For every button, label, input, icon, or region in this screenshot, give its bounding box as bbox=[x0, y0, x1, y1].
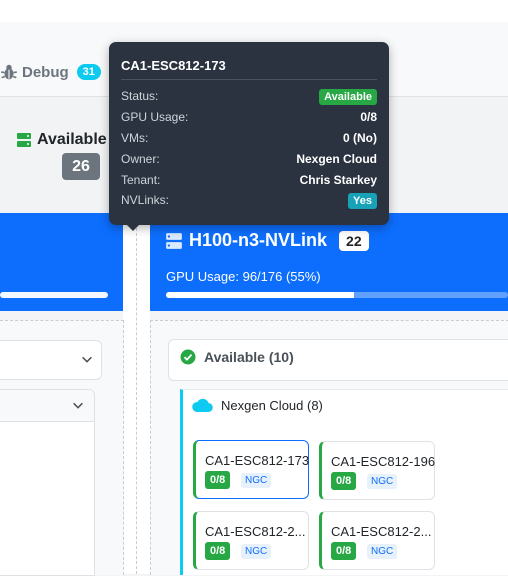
tooltip-row-tenant: Tenant: Chris Starkey bbox=[121, 173, 377, 191]
tooltip-key: Status: bbox=[121, 89, 159, 103]
cloud-icon bbox=[192, 398, 213, 413]
tooltip-divider bbox=[121, 79, 377, 80]
owner-group-header[interactable]: Nexgen Cloud (8) bbox=[191, 397, 323, 413]
left-group-usage-bar bbox=[0, 292, 108, 298]
node-owner-tag: NGC bbox=[367, 544, 398, 559]
node-owner-tag: NGC bbox=[367, 474, 398, 489]
tooltip-row-gpu-usage: GPU Usage: 0/8 bbox=[121, 110, 377, 128]
available-section-label: Available (10) bbox=[204, 349, 294, 365]
nvlinks-badge: Yes bbox=[348, 193, 377, 209]
tooltip-value: Chris Starkey bbox=[299, 173, 377, 187]
gpu-group-count: 22 bbox=[339, 230, 369, 251]
tooltip-key: VMs: bbox=[121, 131, 149, 145]
gpu-group-title[interactable]: H100-n3-NVLink 22 bbox=[165, 230, 369, 251]
tooltip-row-nvlinks: NVLinks: Yes bbox=[121, 193, 377, 211]
tooltip-key: Owner: bbox=[121, 152, 160, 166]
tooltip-value: 0/8 bbox=[360, 110, 377, 124]
tooltip-value: 0 (No) bbox=[343, 131, 377, 145]
top-strip bbox=[0, 0, 508, 23]
tooltip-key: GPU Usage: bbox=[121, 110, 189, 124]
tooltip-row-status: Status: Available bbox=[121, 89, 377, 107]
gpu-group-name: H100-n3-NVLink bbox=[189, 230, 328, 250]
bug-icon bbox=[0, 64, 18, 80]
node-owner-tag: NGC bbox=[241, 473, 272, 488]
tab-debug[interactable]: Debug 31 bbox=[0, 60, 101, 84]
gpu-group-usage-fill bbox=[166, 292, 355, 298]
node-name: CA1-ESC812-173 bbox=[205, 453, 310, 468]
node-gpu-usage: 0/8 bbox=[205, 542, 231, 560]
chevron-down-icon[interactable] bbox=[71, 398, 85, 412]
node-gpu-usage: 0/8 bbox=[205, 471, 231, 489]
gpu-group-usage-bar bbox=[166, 292, 508, 298]
node-gpu-usage: 0/8 bbox=[331, 542, 357, 560]
node-card[interactable]: CA1-ESC812-2... 0/8 NGC bbox=[193, 511, 309, 570]
node-card[interactable]: CA1-ESC812-2... 0/8 NGC bbox=[319, 511, 435, 570]
tab-debug-count: 31 bbox=[76, 64, 101, 80]
node-gpu-usage: 0/8 bbox=[331, 472, 357, 490]
node-card[interactable]: CA1-ESC812-173 0/8 NGC bbox=[193, 440, 309, 499]
tooltip-value: Nexgen Cloud bbox=[296, 152, 377, 166]
gpu-group-usage-text: GPU Usage: 96/176 (55%) bbox=[166, 269, 321, 284]
tooltip-row-vms: VMs: 0 (No) bbox=[121, 131, 377, 149]
tooltip-title: CA1-ESC812-173 bbox=[121, 58, 226, 73]
tooltip-row-owner: Owner: Nexgen Cloud bbox=[121, 152, 377, 170]
owner-group-label: Nexgen Cloud (8) bbox=[221, 397, 323, 413]
tooltip-key: NVLinks: bbox=[121, 193, 170, 207]
status-badge: Available bbox=[319, 89, 377, 105]
tab-debug-label: Debug bbox=[22, 63, 69, 81]
stat-available: Available I bbox=[16, 131, 116, 149]
tooltip-arrow bbox=[126, 224, 140, 231]
stat-available-count: 26 bbox=[62, 153, 100, 180]
node-name: CA1-ESC812-196 bbox=[331, 454, 436, 469]
available-section: Available (10) bbox=[180, 349, 294, 365]
server-icon bbox=[166, 232, 182, 249]
left-sub-accordion bbox=[0, 389, 95, 576]
node-card[interactable]: CA1-ESC812-196 0/8 NGC bbox=[319, 441, 435, 500]
stat-available-label: Available I bbox=[37, 131, 116, 148]
node-name: CA1-ESC812-2... bbox=[205, 524, 306, 539]
column-divider bbox=[136, 228, 137, 574]
server-icon bbox=[17, 133, 31, 147]
node-name: CA1-ESC812-2... bbox=[331, 524, 432, 539]
node-owner-tag: NGC bbox=[241, 544, 272, 559]
chevron-down-icon[interactable] bbox=[80, 352, 94, 366]
node-tooltip: CA1-ESC812-173 Status: Available GPU Usa… bbox=[109, 42, 389, 225]
check-circle-icon bbox=[180, 349, 196, 365]
tooltip-key: Tenant: bbox=[121, 173, 161, 187]
